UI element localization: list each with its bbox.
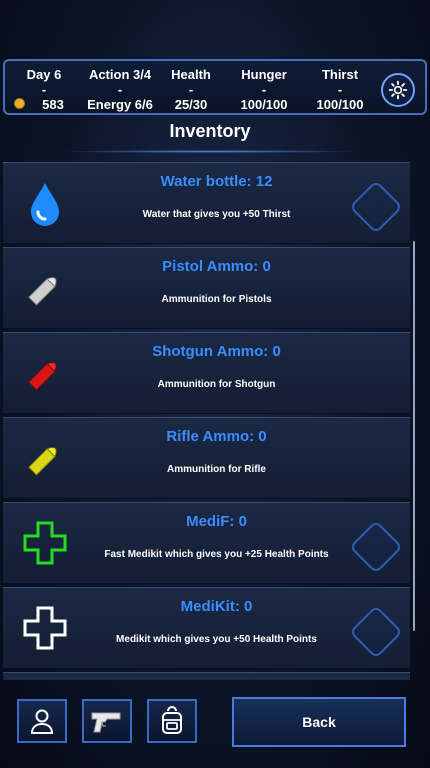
- inventory-item-shotgun-ammo[interactable]: Shotgun Ammo: 0 Ammunition for Shotgun: [3, 332, 410, 414]
- item-description: Ammunition for Shotgun: [157, 379, 276, 390]
- scrollbar[interactable]: [413, 241, 415, 631]
- item-name: MediKit: 0: [180, 598, 253, 615]
- item-name: MediF: 0: [186, 513, 247, 530]
- back-button[interactable]: Back: [232, 697, 406, 747]
- page-title: Inventory: [169, 121, 251, 141]
- inventory-item-medif[interactable]: MediF: 0 Fast Medikit which gives you +2…: [3, 502, 410, 584]
- item-description: Water that gives you +50 Thirst: [142, 209, 291, 220]
- inventory-item-rifle-ammo[interactable]: Rifle Ammo: 0 Ammunition for Rifle: [3, 417, 410, 499]
- water-drop-icon: [19, 177, 71, 229]
- bullet-icon: [19, 347, 71, 399]
- bullet-icon: [19, 432, 71, 484]
- health-label: Health: [171, 67, 211, 82]
- hunger-separator: -: [261, 82, 267, 97]
- action-stat: Action 3/4 - Energy 6/6: [79, 67, 161, 112]
- use-item-button[interactable]: [346, 602, 400, 656]
- action-separator: -: [117, 82, 123, 97]
- medical-cross-icon: [19, 602, 71, 654]
- stats-panel: Day 6 - 583 Action 3/4 - Energy 6/6 Heal…: [3, 59, 427, 115]
- item-name: Rifle Ammo: 0: [166, 428, 267, 445]
- item-description: Ammunition for Pistols: [161, 294, 272, 305]
- day-separator: -: [41, 82, 47, 97]
- inventory-item-pistol-ammo[interactable]: Pistol Ammo: 0 Ammunition for Pistols: [3, 247, 410, 329]
- gear-icon: [388, 80, 408, 100]
- item-name: Pistol Ammo: 0: [162, 258, 271, 275]
- hunger-label: Hunger: [241, 67, 287, 82]
- health-value: 25/30: [174, 97, 208, 112]
- hunger-stat: Hunger - 100/100: [233, 67, 295, 112]
- profile-button[interactable]: [17, 699, 67, 743]
- bullet-icon: [19, 262, 71, 314]
- weapons-button[interactable]: [82, 699, 132, 743]
- coins-value: 583: [42, 97, 64, 112]
- title-divider: [60, 150, 360, 153]
- thirst-separator: -: [337, 82, 343, 97]
- settings-button[interactable]: [381, 73, 415, 107]
- thirst-stat: Thirst - 100/100: [309, 67, 371, 112]
- inventory-item-partial[interactable]: [3, 672, 410, 680]
- coin-icon: [14, 98, 25, 109]
- day-stat: Day 6 - 583: [19, 67, 69, 112]
- backpack-button[interactable]: [147, 699, 197, 743]
- health-stat: Health - 25/30: [165, 67, 217, 112]
- hunger-value: 100/100: [240, 97, 288, 112]
- energy-value: Energy 6/6: [87, 97, 153, 112]
- thirst-label: Thirst: [321, 67, 359, 82]
- medical-cross-icon: [19, 517, 71, 569]
- backpack-icon: [162, 706, 182, 734]
- action-label: Action 3/4: [88, 67, 152, 82]
- day-label: Day 6: [26, 67, 62, 82]
- use-item-button[interactable]: [346, 517, 400, 571]
- bottom-nav: Back: [0, 690, 430, 768]
- person-icon: [30, 709, 54, 734]
- item-description: Fast Medikit which gives you +25 Health …: [104, 549, 329, 560]
- use-item-button[interactable]: [346, 177, 400, 231]
- pistol-icon: [91, 712, 121, 733]
- item-description: Ammunition for Rifle: [167, 464, 266, 475]
- inventory-item-medikit[interactable]: MediKit: 0 Medikit which gives you +50 H…: [3, 587, 410, 669]
- inventory-list[interactable]: Water bottle: 12 Water that gives you +5…: [3, 162, 411, 680]
- thirst-value: 100/100: [316, 97, 364, 112]
- item-name: Water bottle: 12: [160, 173, 273, 190]
- inventory-item-water-bottle[interactable]: Water bottle: 12 Water that gives you +5…: [3, 162, 410, 244]
- item-name: Shotgun Ammo: 0: [152, 343, 281, 360]
- item-description: Medikit which gives you +50 Health Point…: [116, 634, 317, 645]
- health-separator: -: [188, 82, 194, 97]
